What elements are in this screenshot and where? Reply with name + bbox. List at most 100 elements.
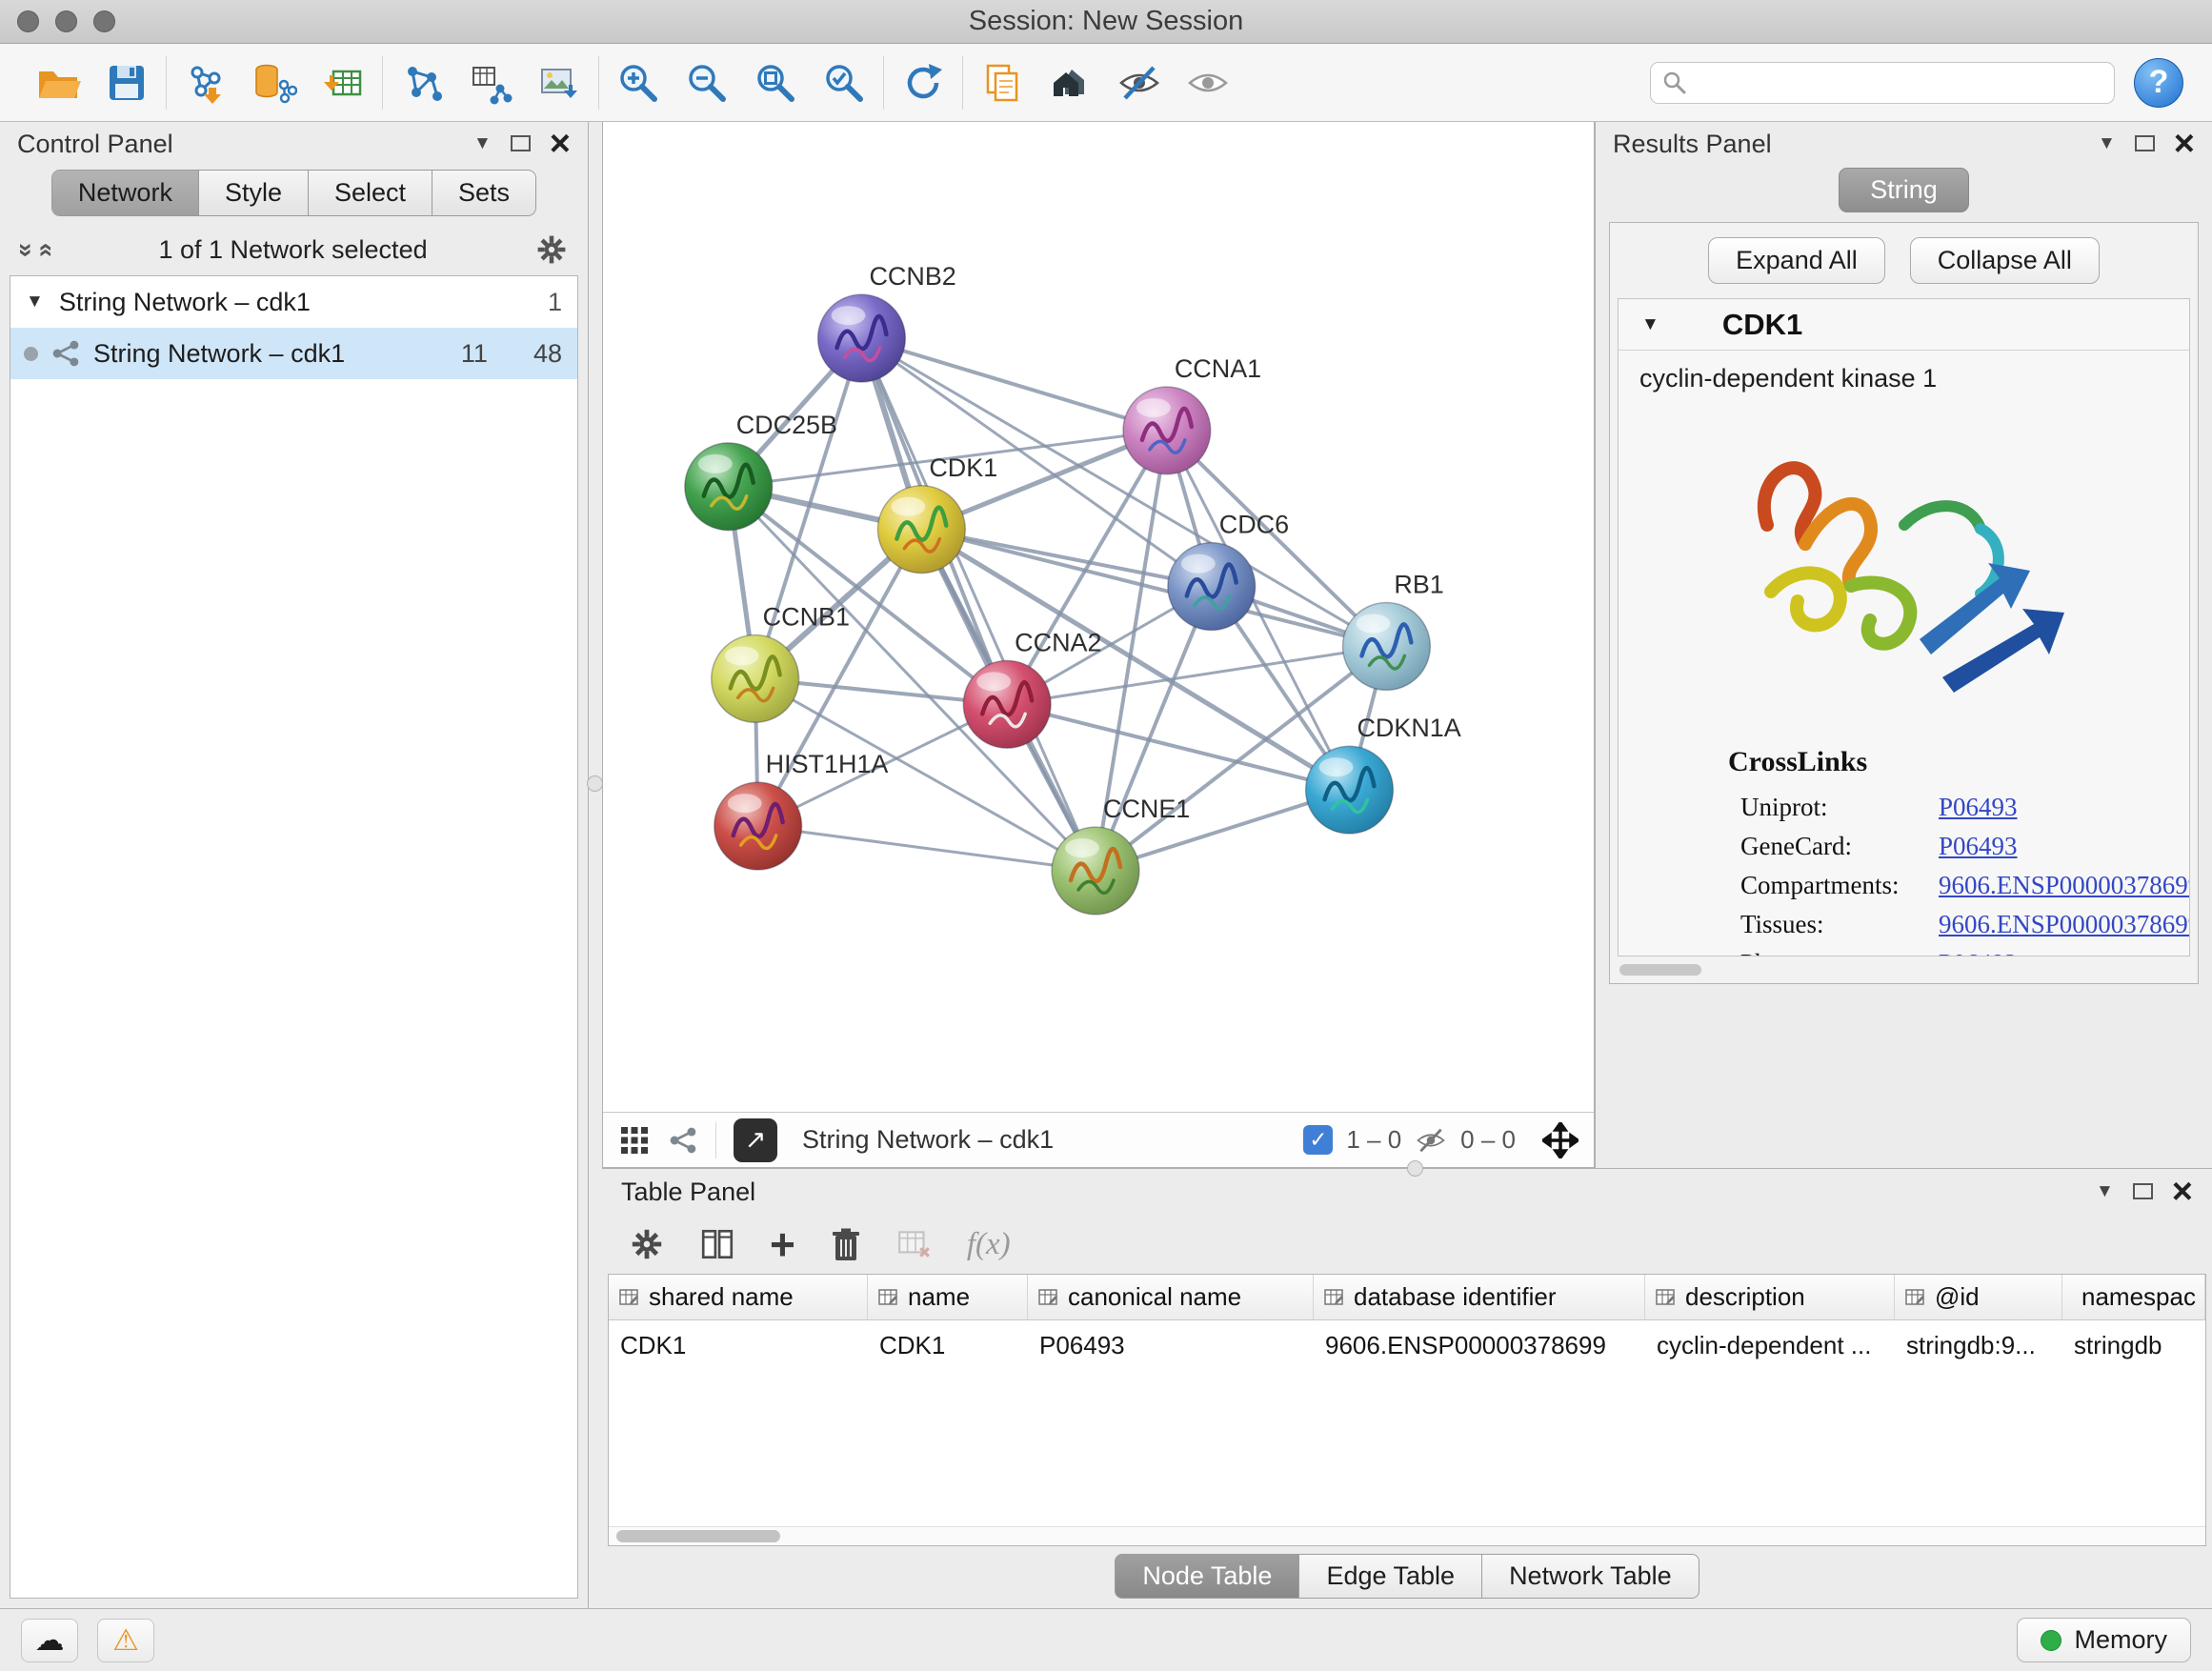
- selected-checkbox-icon[interactable]: ✓: [1303, 1125, 1333, 1155]
- zoom-window-button[interactable]: [93, 10, 115, 32]
- pan-crosshair-icon[interactable]: [1542, 1122, 1579, 1158]
- cell-canonical-name[interactable]: P06493: [1028, 1320, 1314, 1371]
- export-image-button[interactable]: [532, 55, 587, 111]
- tab-node-table[interactable]: Node Table: [1115, 1554, 1299, 1599]
- panel-close-icon[interactable]: ×: [2172, 1178, 2193, 1206]
- tab-select[interactable]: Select: [309, 171, 432, 215]
- zoom-selected-button[interactable]: [816, 55, 872, 111]
- column-header[interactable]: canonical name: [1028, 1275, 1314, 1320]
- network-node-CCNA1[interactable]: CCNA1: [1123, 354, 1261, 474]
- open-session-button[interactable]: [30, 55, 86, 111]
- column-header[interactable]: shared name: [609, 1275, 868, 1320]
- column-header[interactable]: description: [1645, 1275, 1895, 1320]
- gear-icon[interactable]: [534, 232, 569, 267]
- network-node-CDC25B[interactable]: CDC25B: [685, 411, 837, 531]
- crosslink-link[interactable]: 9606.ENSP00000378699: [1939, 910, 2190, 939]
- search-input[interactable]: [1697, 68, 2102, 97]
- memory-button[interactable]: Memory: [2017, 1618, 2191, 1662]
- new-network-from-table-button[interactable]: [463, 55, 518, 111]
- collapse-all-button[interactable]: Collapse All: [1910, 237, 2100, 284]
- cell-description[interactable]: cyclin-dependent ...: [1645, 1320, 1895, 1371]
- refresh-button[interactable]: [895, 55, 951, 111]
- network-node-RB1[interactable]: RB1: [1343, 571, 1444, 691]
- duplicate-network-button[interactable]: [975, 55, 1030, 111]
- save-session-button[interactable]: [99, 55, 154, 111]
- import-network-database-button[interactable]: [247, 55, 302, 111]
- network-graph[interactable]: CCNB2CCNA1CDC25BCDK1CDC6RB1CCNB1CCNA2CDK…: [603, 122, 1594, 1112]
- show-all-button[interactable]: [1180, 55, 1236, 111]
- network-edge[interactable]: [758, 826, 1096, 871]
- results-tab-string[interactable]: String: [1839, 168, 1969, 212]
- crosslink-link[interactable]: P06493: [1939, 949, 2018, 956]
- table-horizontal-scrollbar[interactable]: [609, 1526, 2205, 1545]
- tab-edge-table[interactable]: Edge Table: [1299, 1554, 1482, 1599]
- expand-all-button[interactable]: Expand All: [1708, 237, 1885, 284]
- splitter-knob[interactable]: [587, 775, 603, 792]
- panel-menu-icon[interactable]: ▼: [2096, 1181, 2114, 1202]
- network-node-CDK1[interactable]: CDK1: [877, 453, 997, 574]
- share-network-icon[interactable]: [668, 1125, 698, 1156]
- disclosure-triangle-icon[interactable]: ▼: [26, 292, 44, 312]
- zoom-fit-button[interactable]: [748, 55, 803, 111]
- help-button[interactable]: ?: [2134, 58, 2183, 108]
- tab-network[interactable]: Network: [52, 171, 199, 215]
- panel-close-icon[interactable]: ×: [2174, 130, 2195, 158]
- warnings-button[interactable]: ⚠: [97, 1619, 154, 1662]
- network-node-HIST1H1A[interactable]: HIST1H1A: [714, 750, 889, 870]
- cell-name[interactable]: CDK1: [868, 1320, 1028, 1371]
- network-row-selected[interactable]: String Network – cdk1 11 48: [10, 328, 577, 379]
- network-canvas[interactable]: CCNB2CCNA1CDC25BCDK1CDC6RB1CCNB1CCNA2CDK…: [602, 122, 1595, 1168]
- cloud-button[interactable]: ☁: [21, 1619, 78, 1662]
- column-header[interactable]: @id: [1895, 1275, 2062, 1320]
- results-horizontal-scrollbar[interactable]: [1618, 962, 2190, 977]
- panel-close-icon[interactable]: ×: [550, 130, 571, 158]
- network-node-CCNB1[interactable]: CCNB1: [712, 602, 850, 722]
- panel-float-icon[interactable]: [2133, 1183, 2153, 1199]
- network-collection-row[interactable]: ▼ String Network – cdk1 1: [10, 276, 577, 328]
- network-node-CCNE1[interactable]: CCNE1: [1052, 795, 1190, 915]
- import-table-file-button[interactable]: [315, 55, 371, 111]
- crosslink-link[interactable]: P06493: [1939, 832, 2018, 861]
- network-node-CDKN1A[interactable]: CDKN1A: [1306, 714, 1461, 834]
- cell-id[interactable]: stringdb:9...: [1895, 1320, 2062, 1371]
- panel-float-icon[interactable]: [511, 135, 531, 151]
- cell-database-identifier[interactable]: 9606.ENSP00000378699: [1314, 1320, 1645, 1371]
- show-columns-icon[interactable]: [699, 1226, 735, 1262]
- network-edge[interactable]: [861, 338, 1096, 871]
- network-edge[interactable]: [861, 338, 1166, 431]
- first-neighbors-button[interactable]: [1043, 55, 1098, 111]
- tab-sets[interactable]: Sets: [432, 171, 535, 215]
- hidden-eye-slash-icon[interactable]: [1415, 1124, 1447, 1157]
- new-network-button[interactable]: [394, 55, 450, 111]
- zoom-out-button[interactable]: [679, 55, 734, 111]
- panel-menu-icon[interactable]: ▼: [2098, 133, 2116, 154]
- minimize-window-button[interactable]: [55, 10, 77, 32]
- column-header[interactable]: database identifier: [1314, 1275, 1645, 1320]
- column-header[interactable]: namespac: [2062, 1275, 2205, 1320]
- search-field[interactable]: [1650, 62, 2115, 104]
- tab-style[interactable]: Style: [199, 171, 309, 215]
- open-external-button[interactable]: ↗: [734, 1118, 777, 1162]
- cell-shared-name[interactable]: CDK1: [609, 1320, 868, 1371]
- panel-menu-icon[interactable]: ▼: [473, 133, 492, 154]
- import-network-file-button[interactable]: [178, 55, 233, 111]
- delete-trash-icon[interactable]: [830, 1226, 862, 1262]
- expand-all-icon[interactable]: »: [31, 242, 57, 256]
- hide-selected-button[interactable]: [1112, 55, 1167, 111]
- tab-network-table[interactable]: Network Table: [1482, 1554, 1699, 1599]
- add-column-icon[interactable]: +: [770, 1227, 795, 1262]
- crosslink-link[interactable]: P06493: [1939, 793, 2018, 822]
- zoom-in-button[interactable]: [611, 55, 666, 111]
- panel-float-icon[interactable]: [2135, 135, 2155, 151]
- cell-namespace[interactable]: stringdb: [2062, 1320, 2205, 1371]
- splitter-knob[interactable]: [1407, 1160, 1423, 1177]
- function-builder-icon[interactable]: f(x): [967, 1227, 1011, 1262]
- column-header[interactable]: name: [868, 1275, 1028, 1320]
- table-row[interactable]: CDK1 CDK1 P06493 9606.ENSP00000378699 cy…: [609, 1320, 2205, 1371]
- collapse-gene-icon[interactable]: ▼: [1641, 314, 1659, 335]
- table-settings-gear-icon[interactable]: [629, 1226, 665, 1262]
- network-node-CCNB2[interactable]: CCNB2: [818, 262, 956, 382]
- crosslink-link[interactable]: 9606.ENSP00000378699: [1939, 871, 2190, 900]
- close-window-button[interactable]: [17, 10, 39, 32]
- birdseye-grid-icon[interactable]: [618, 1124, 651, 1157]
